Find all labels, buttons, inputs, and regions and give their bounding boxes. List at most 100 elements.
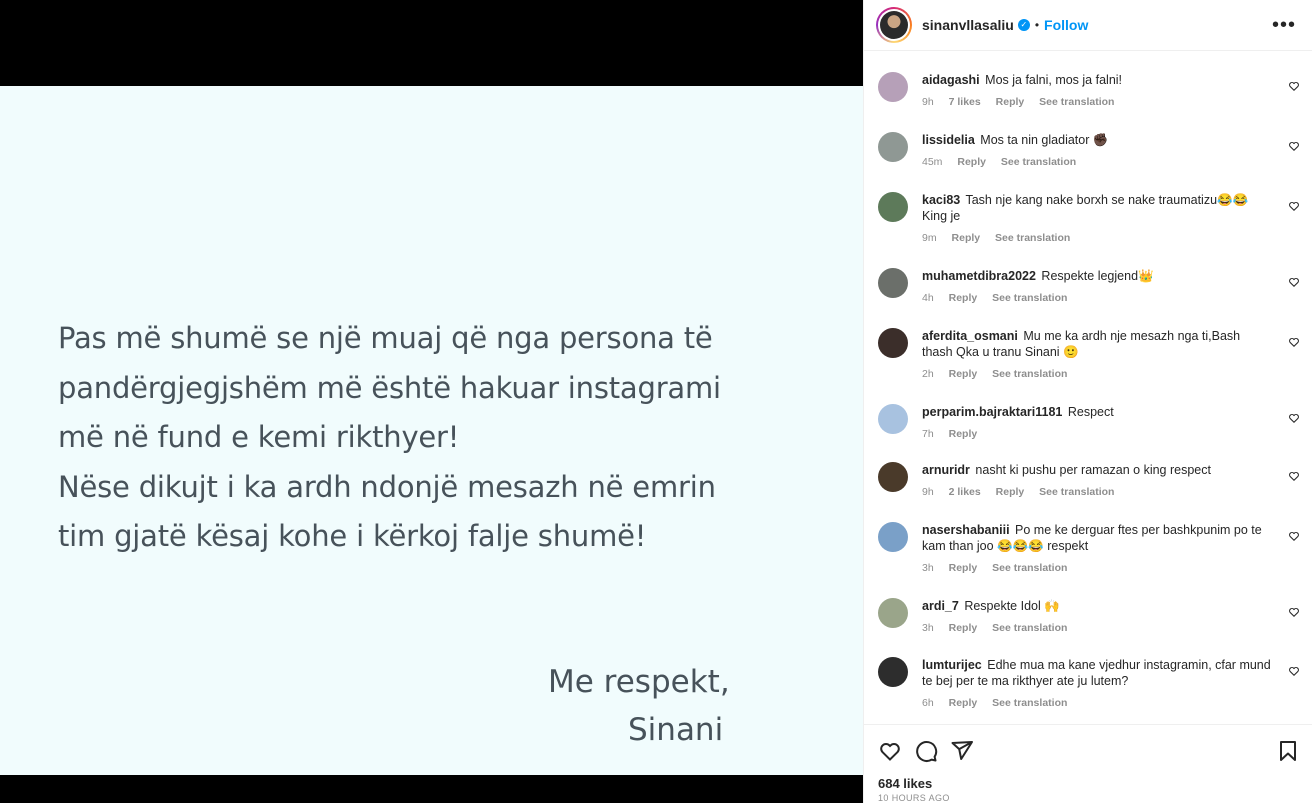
reply-button[interactable]: Reply xyxy=(952,232,981,244)
comment-text: nasht ki pushu per ramazan o king respec… xyxy=(975,463,1211,477)
reply-button[interactable]: Reply xyxy=(949,368,978,380)
comment-time: 7h xyxy=(922,428,934,440)
comment-time: 9m xyxy=(922,232,937,244)
see-translation-button[interactable]: See translation xyxy=(1039,486,1114,498)
commenter-username[interactable]: lumturijec xyxy=(922,658,982,672)
comment-item: muhametdibra2022 Respekte legjend👑 4h Re… xyxy=(878,268,1302,306)
commenter-username[interactable]: aferdita_osmani xyxy=(922,329,1018,343)
comment-text: Mos ja falni, mos ja falni! xyxy=(985,73,1123,87)
see-translation-button[interactable]: See translation xyxy=(1039,96,1114,108)
comment-time: 45m xyxy=(922,156,943,168)
author-avatar-image xyxy=(880,11,908,39)
see-translation-button[interactable]: See translation xyxy=(1001,156,1076,168)
reply-button[interactable]: Reply xyxy=(949,428,978,440)
commenter-avatar[interactable] xyxy=(878,657,908,687)
comment-likes[interactable]: 2 likes xyxy=(949,486,981,498)
comment-body: kaci83 Tash nje kang nake borxh se nake … xyxy=(922,192,1302,246)
comment-body: lissidelia Mos ta nin gladiator ✊🏿 45m R… xyxy=(922,132,1302,170)
see-translation-button[interactable]: See translation xyxy=(992,368,1067,380)
comment-meta: 9h 2 likes Reply See translation xyxy=(922,484,1274,500)
post-text-line: më në fund e kemi rikthyer! xyxy=(58,420,460,454)
reply-button[interactable]: Reply xyxy=(949,562,978,574)
commenter-username[interactable]: perparim.bajraktari1181 xyxy=(922,405,1062,419)
commenter-username[interactable]: kaci83 xyxy=(922,193,960,207)
comment-item: ardi_7 Respekte Idol 🙌 3h Reply See tran… xyxy=(878,598,1302,636)
post-media[interactable]: Pas më shumë se një muaj që nga persona … xyxy=(0,0,863,803)
comment-time: 9h xyxy=(922,486,934,498)
comment-item: arnuridr nasht ki pushu per ramazan o ki… xyxy=(878,462,1302,500)
comment-likes[interactable]: 7 likes xyxy=(949,96,981,108)
heart-icon[interactable] xyxy=(878,739,902,763)
likes-count[interactable]: 684 likes xyxy=(878,776,932,791)
commenter-avatar[interactable] xyxy=(878,462,908,492)
reply-button[interactable]: Reply xyxy=(949,622,978,634)
comment-like-heart-icon[interactable] xyxy=(1288,412,1300,424)
commenter-username[interactable]: aidagashi xyxy=(922,73,980,87)
commenter-avatar[interactable] xyxy=(878,192,908,222)
see-translation-button[interactable]: See translation xyxy=(995,232,1070,244)
comment-meta: 2h Reply See translation xyxy=(922,366,1274,382)
comment-time: 3h xyxy=(922,562,934,574)
see-translation-button[interactable]: See translation xyxy=(992,562,1067,574)
comment-body: lumturijec Edhe mua ma kane vjedhur inst… xyxy=(922,657,1302,711)
comment-time: 6h xyxy=(922,697,934,709)
more-options-icon[interactable]: ••• xyxy=(1272,14,1296,37)
author-avatar[interactable] xyxy=(876,7,912,43)
comment-like-heart-icon[interactable] xyxy=(1288,470,1300,482)
commenter-avatar[interactable] xyxy=(878,132,908,162)
verified-badge-icon: ✓ xyxy=(1017,19,1030,31)
instagram-post-view: Pas më shumë se një muaj që nga persona … xyxy=(0,0,1312,803)
post-actions: 684 likes 10 HOURS AGO xyxy=(864,724,1312,803)
reply-button[interactable]: Reply xyxy=(996,486,1025,498)
comment-icon[interactable] xyxy=(914,739,938,763)
reply-button[interactable]: Reply xyxy=(957,156,986,168)
commenter-avatar[interactable] xyxy=(878,598,908,628)
see-translation-button[interactable]: See translation xyxy=(992,697,1067,709)
see-translation-button[interactable]: See translation xyxy=(992,622,1067,634)
comment-like-heart-icon[interactable] xyxy=(1288,200,1300,212)
reply-button[interactable]: Reply xyxy=(949,697,978,709)
commenter-avatar[interactable] xyxy=(878,268,908,298)
comment-item: aidagashi Mos ja falni, mos ja falni! 9h… xyxy=(878,72,1302,110)
see-translation-button[interactable]: See translation xyxy=(992,292,1067,304)
bookmark-icon[interactable] xyxy=(1276,739,1300,763)
post-text-line: tim gjatë kësaj kohe i kërkoj falje shum… xyxy=(58,519,647,553)
commenter-avatar[interactable] xyxy=(878,404,908,434)
commenter-username[interactable]: ardi_7 xyxy=(922,599,959,613)
commenter-avatar[interactable] xyxy=(878,522,908,552)
separator-dot: • xyxy=(1034,18,1040,32)
comment-body: arnuridr nasht ki pushu per ramazan o ki… xyxy=(922,462,1302,500)
comment-body: muhametdibra2022 Respekte legjend👑 4h Re… xyxy=(922,268,1302,306)
comment-like-heart-icon[interactable] xyxy=(1288,606,1300,618)
comment-like-heart-icon[interactable] xyxy=(1288,140,1300,152)
reply-button[interactable]: Reply xyxy=(949,292,978,304)
commenter-username[interactable]: nasershabaniii xyxy=(922,523,1010,537)
comment-text: Respekte Idol 🙌 xyxy=(964,599,1060,613)
comment-like-heart-icon[interactable] xyxy=(1288,665,1300,677)
follow-button[interactable]: Follow xyxy=(1044,17,1088,33)
comment-item: lissidelia Mos ta nin gladiator ✊🏿 45m R… xyxy=(878,132,1302,170)
post-sidebar: sinanvllasaliu ✓ • Follow ••• aidagashi … xyxy=(863,0,1312,803)
share-icon[interactable] xyxy=(950,739,974,763)
post-text-line: Pas më shumë se një muaj që nga persona … xyxy=(58,321,713,355)
comment-item: nasershabaniii Po me ke derguar ftes per… xyxy=(878,522,1302,576)
commenter-avatar[interactable] xyxy=(878,328,908,358)
author-username[interactable]: sinanvllasaliu xyxy=(922,17,1014,33)
comments-list[interactable]: aidagashi Mos ja falni, mos ja falni! 9h… xyxy=(864,52,1312,724)
reply-button[interactable]: Reply xyxy=(996,96,1025,108)
comment-like-heart-icon[interactable] xyxy=(1288,276,1300,288)
comment-like-heart-icon[interactable] xyxy=(1288,336,1300,348)
comment-meta: 4h Reply See translation xyxy=(922,290,1274,306)
comment-text: Respect xyxy=(1067,405,1114,419)
commenter-username[interactable]: lissidelia xyxy=(922,133,975,147)
post-image: Pas më shumë se një muaj që nga persona … xyxy=(0,86,863,775)
post-header: sinanvllasaliu ✓ • Follow ••• xyxy=(864,0,1312,51)
commenter-username[interactable]: arnuridr xyxy=(922,463,970,477)
commenter-avatar[interactable] xyxy=(878,72,908,102)
comment-meta: 7h Reply xyxy=(922,426,1274,442)
comment-meta: 3h Reply See translation xyxy=(922,620,1274,636)
comment-like-heart-icon[interactable] xyxy=(1288,80,1300,92)
comment-body: ardi_7 Respekte Idol 🙌 3h Reply See tran… xyxy=(922,598,1302,636)
commenter-username[interactable]: muhametdibra2022 xyxy=(922,269,1036,283)
comment-like-heart-icon[interactable] xyxy=(1288,530,1300,542)
